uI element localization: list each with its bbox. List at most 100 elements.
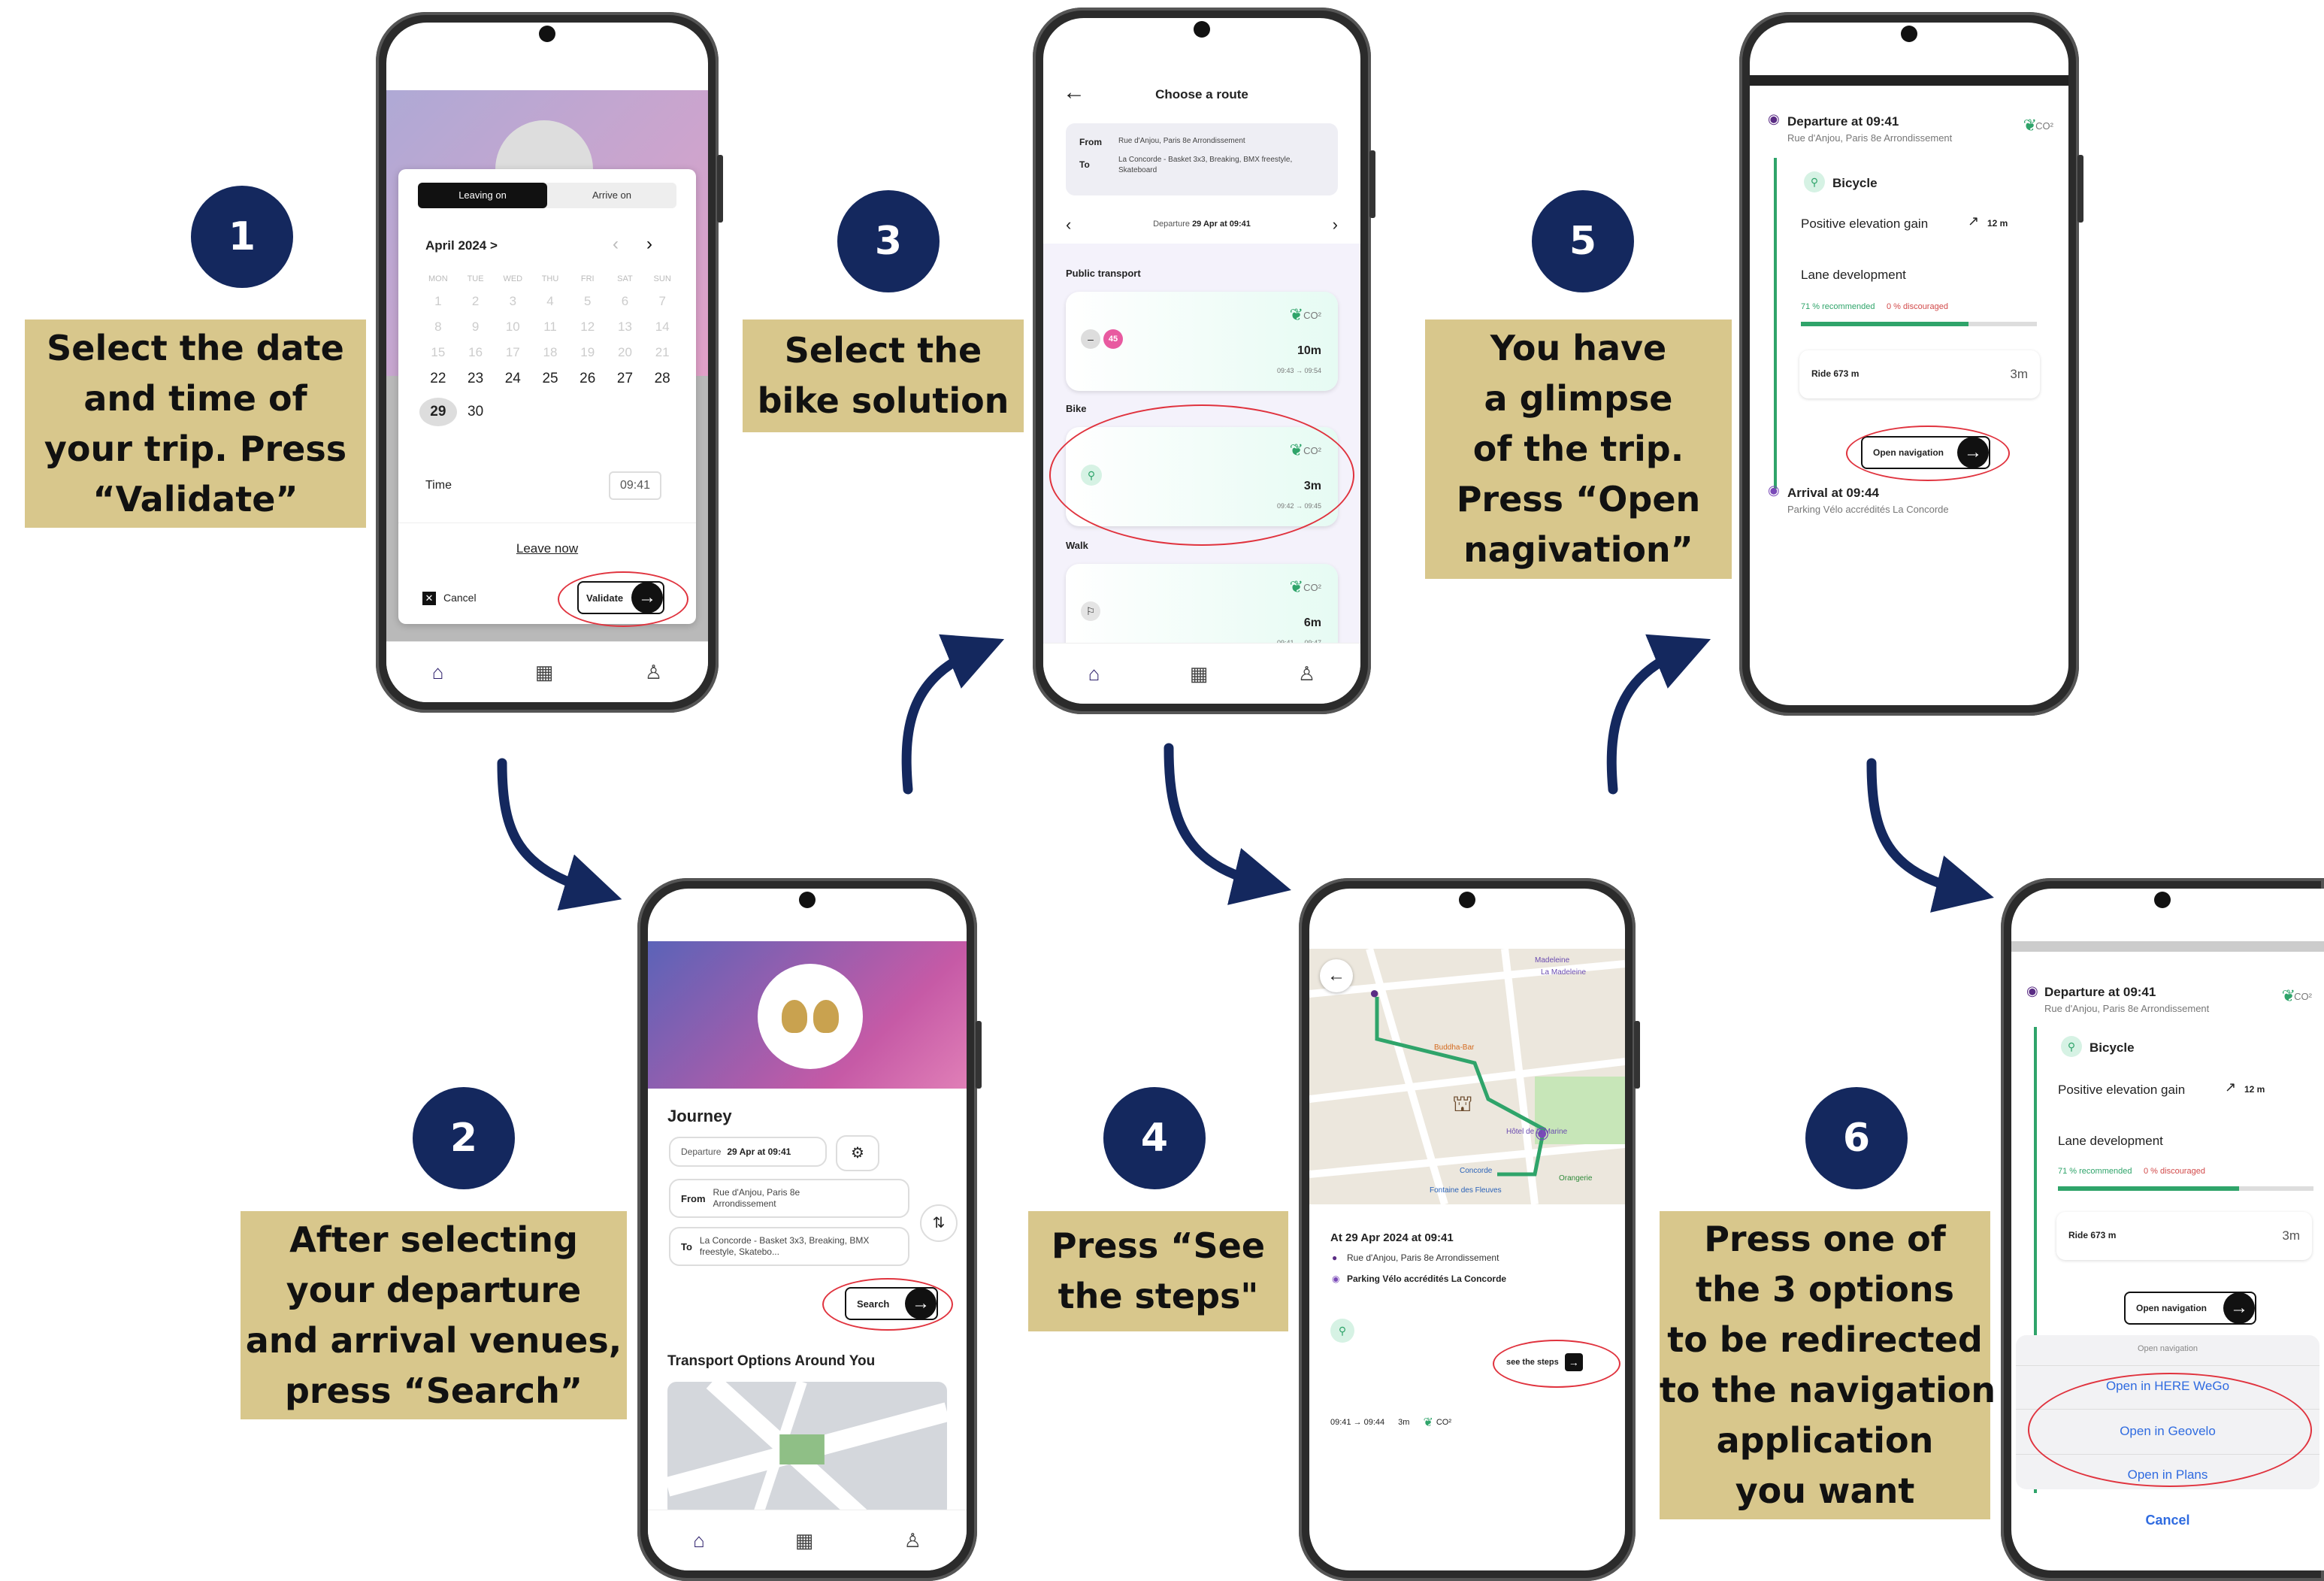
phone-5: ◉ Departure at 09:41 Rue d'Anjou, Paris … [1739, 12, 2083, 716]
calendar-day-disabled: 13 [617, 320, 632, 334]
calendar-day[interactable]: 25 [531, 371, 569, 387]
bike-icon: ⚲ [1804, 171, 1825, 192]
calendar-day[interactable]: 30 [457, 398, 495, 426]
tab-arrive-on[interactable]: Arrive on [547, 183, 676, 208]
month-label[interactable]: April 2024 > [425, 238, 498, 253]
trip-summary: 09:41 → 09:44 3m ❦ CO² [1330, 1415, 1451, 1430]
discouraged-label: 0 % discouraged [2144, 1167, 2205, 1176]
calendar-day-disabled: 4 [546, 294, 554, 308]
calendar-day-disabled: 8 [434, 320, 442, 334]
calendar-icon[interactable]: ▦ [1190, 662, 1209, 686]
section-public-transport: Public transport [1066, 268, 1141, 279]
pin-icon: ● [1332, 1252, 1338, 1263]
ride-row: Ride 673 m 3m [2056, 1212, 2312, 1260]
metro-icon: – [1081, 329, 1100, 349]
from-field[interactable]: From Rue d'Anjou, Paris 8e Arrondissemen… [669, 1179, 909, 1218]
calendar-day-disabled: 20 [617, 345, 632, 359]
calendar-day[interactable]: 28 [643, 371, 681, 387]
weekday: MON [428, 274, 448, 283]
calendar-day[interactable]: 24 [494, 371, 531, 387]
trend-up-icon: ↗ [1968, 214, 1980, 229]
calendar-day[interactable]: 27 [607, 371, 644, 387]
map-label: La Madeleine [1541, 968, 1587, 977]
departure-field[interactable]: Departure 29 Apr at 09:41 [669, 1137, 827, 1167]
calendar-icon[interactable]: ▦ [795, 1529, 814, 1552]
from-value: Rue d'Anjou, Paris 8e Arrondissement [1118, 137, 1245, 145]
ride-duration: 3m [2010, 367, 2028, 381]
chevron-right-icon[interactable]: › [646, 234, 652, 255]
weekday: SUN [653, 274, 671, 283]
route-map: ← ● ◉ ⛫ Madeleine La Madeleine Buddha-Ba… [1309, 949, 1625, 1204]
calendar-day-disabled: 12 [580, 320, 595, 334]
calendar-day-disabled: 21 [655, 345, 670, 359]
public-transport-option[interactable]: – 45 ❦ CO² 10m 09:43 → 09:54 [1066, 292, 1338, 391]
chevron-left-icon[interactable]: ‹ [613, 234, 619, 255]
calendar-day[interactable]: 23 [457, 371, 495, 387]
co2-label: CO² [2294, 991, 2312, 1002]
calendar-day-disabled: 3 [509, 294, 517, 308]
calendar-day-disabled: 6 [621, 294, 629, 308]
calendar-day-disabled: 10 [505, 320, 520, 334]
weekday: FRI [580, 274, 595, 283]
arrow-5-to-6 [1866, 758, 1994, 913]
co2-label: CO² [1303, 310, 1321, 321]
start-pin-icon: ● [1369, 983, 1380, 1002]
last-week-row: 29 30 [419, 398, 681, 426]
departure-label: Departure [1153, 220, 1190, 229]
disabled-week-row: 15 16 17 18 19 20 21 [419, 345, 681, 360]
to-address: Parking Vélo accrédités La Concorde [1347, 1274, 1507, 1284]
profile-icon[interactable]: ♙ [645, 661, 662, 684]
calendar-icon[interactable]: ▦ [535, 661, 554, 684]
cancel-button[interactable]: Cancel [443, 592, 477, 604]
elevation-label: Positive elevation gain [1801, 217, 1929, 231]
lane-progress-fill [1801, 322, 1968, 326]
lane-progress-bar [2058, 1186, 2313, 1191]
swap-icon[interactable]: ⇅ [920, 1204, 958, 1242]
phone-1: Leaving on Arrive on April 2024 > ‹ › MO… [376, 12, 723, 713]
co2-label: CO² [1436, 1418, 1452, 1427]
phone-6: ◉ Departure at 09:41 Rue d'Anjou, Paris … [2001, 878, 2324, 1581]
phone-5-screen: ◉ Departure at 09:41 Rue d'Anjou, Paris … [1750, 23, 2068, 705]
calendar-day-disabled: 1 [434, 294, 442, 308]
highlight-ring [558, 571, 688, 627]
mode-label: Bicycle [1832, 176, 1878, 190]
page-title: Choose a route [1155, 87, 1248, 101]
co2-label: CO² [1303, 582, 1321, 593]
calendar-day-disabled: 15 [431, 345, 446, 359]
filters-button[interactable]: ⚙ [836, 1135, 879, 1171]
leaf-icon: ❦ [1289, 305, 1303, 324]
map-label: Fontaine des Fleuves [1430, 1186, 1502, 1195]
departure-time: Departure at 09:41 [2044, 985, 2156, 999]
home-icon[interactable]: ⌂ [432, 661, 444, 684]
calendar-day-disabled: 2 [471, 294, 480, 308]
calendar-day[interactable]: 26 [569, 371, 607, 387]
bottom-nav: ⌂ ▦ ♙ [648, 1510, 967, 1570]
bike-icon: ⚲ [1330, 1319, 1354, 1343]
profile-icon[interactable]: ♙ [1298, 662, 1315, 686]
elevation-value: 12 m [2244, 1084, 2265, 1095]
time-input[interactable]: 09:41 [609, 471, 661, 500]
time-range: 09:43 → 09:54 [1276, 367, 1321, 374]
open-navigation-button[interactable]: Open navigation → [2124, 1292, 2256, 1325]
weekday: THU [541, 274, 559, 283]
calendar-day[interactable]: 22 [419, 371, 457, 387]
home-icon[interactable]: ⌂ [1088, 662, 1100, 686]
selected-day[interactable]: 29 [419, 398, 457, 426]
elevation-value: 12 m [1987, 218, 2008, 229]
map-label: Orangerie [1559, 1174, 1593, 1183]
bottom-nav: ⌂ ▦ ♙ [386, 641, 708, 702]
summary-duration: 3m [1398, 1418, 1410, 1427]
profile-icon[interactable]: ♙ [904, 1529, 921, 1552]
home-icon[interactable]: ⌂ [693, 1529, 705, 1552]
cancel-button[interactable]: Cancel [2016, 1498, 2319, 1543]
olympics-logo [758, 964, 863, 1069]
chevron-right-icon[interactable]: › [1333, 215, 1338, 235]
close-icon[interactable]: ✕ [422, 592, 436, 605]
back-arrow-icon[interactable]: ← [1320, 959, 1353, 992]
departure-selector[interactable]: Departure 29 Apr at 09:41 [1043, 220, 1360, 229]
phone-1-screen: Leaving on Arrive on April 2024 > ‹ › MO… [386, 23, 708, 702]
tab-leaving-on[interactable]: Leaving on [418, 183, 547, 208]
recommended-label: 71 % recommended [1801, 302, 1875, 311]
leave-now-link[interactable]: Leave now [398, 541, 696, 556]
to-field[interactable]: To La Concorde - Basket 3x3, Breaking, B… [669, 1227, 909, 1266]
